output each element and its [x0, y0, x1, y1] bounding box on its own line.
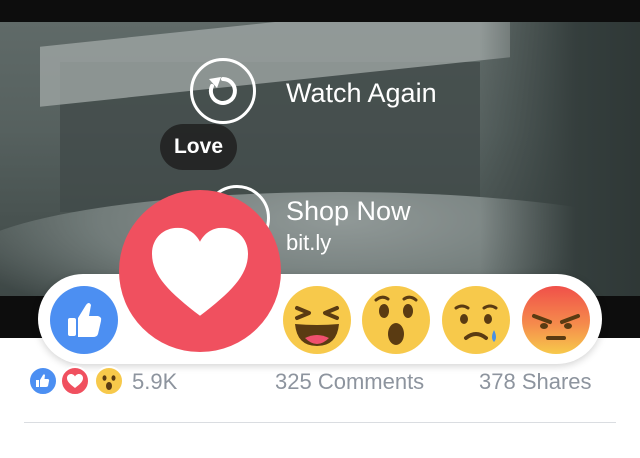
like-reaction-button[interactable]: [50, 286, 118, 354]
sad-face-icon: [454, 304, 498, 342]
shop-now-domain: bit.ly: [286, 230, 332, 255]
divider: [24, 422, 616, 423]
reactions-count[interactable]: 5.9K: [132, 369, 177, 395]
wow-reaction-button[interactable]: [362, 286, 430, 354]
watch-again-label[interactable]: Watch Again: [286, 78, 437, 109]
shop-now-label[interactable]: Shop Now: [286, 196, 411, 227]
shares-count[interactable]: 378 Shares: [479, 369, 592, 395]
love-summary-icon: [60, 366, 90, 396]
replay-icon: [208, 77, 237, 105]
love-reaction-button[interactable]: [119, 190, 281, 352]
heart-icon: [152, 227, 248, 316]
laughing-face-icon: [295, 306, 339, 346]
sad-reaction-button[interactable]: [442, 286, 510, 354]
thumbs-up-icon: [68, 303, 102, 337]
like-summary-icon: [28, 366, 58, 396]
reaction-tooltip: Love: [160, 124, 237, 170]
angry-face-icon: [532, 314, 580, 340]
comments-count[interactable]: 325 Comments: [275, 369, 424, 395]
wow-summary-icon: [94, 366, 124, 396]
watch-again-button[interactable]: [190, 58, 256, 124]
surprised-face-icon: [374, 295, 418, 345]
haha-reaction-button[interactable]: [283, 286, 351, 354]
angry-reaction-button[interactable]: [522, 286, 590, 354]
